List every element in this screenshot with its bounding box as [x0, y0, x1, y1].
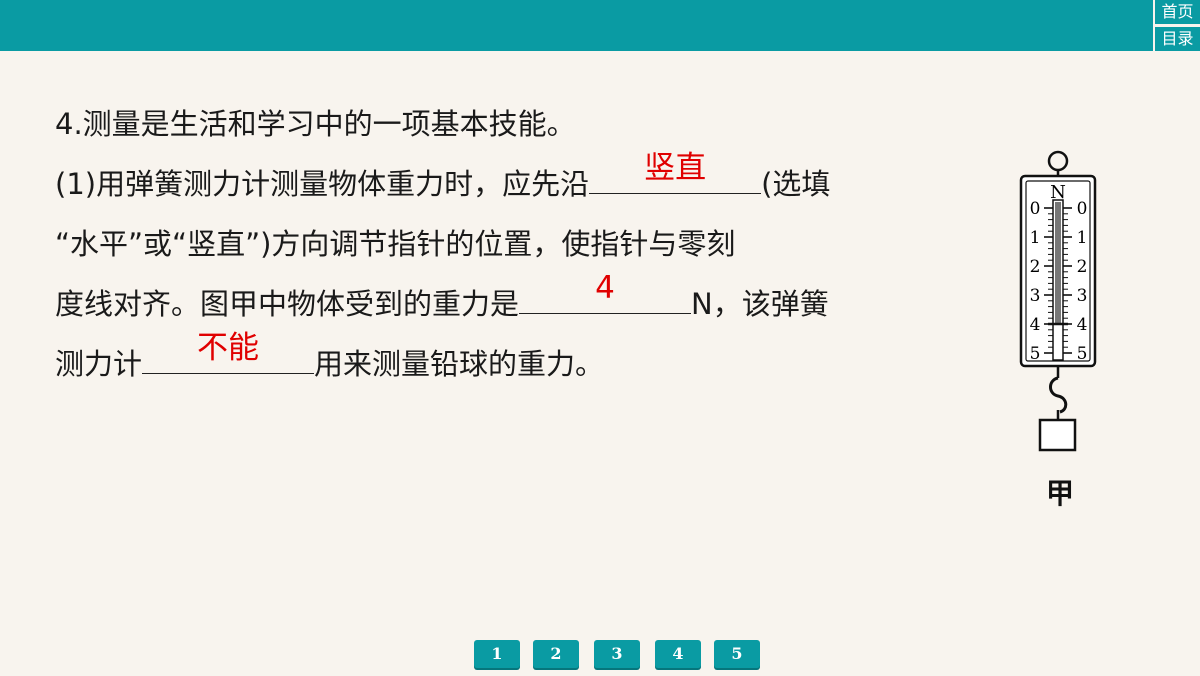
text-segment: (1)用弹簧测力计测量物体重力时，应先沿 [55, 167, 590, 201]
pagination: 1 2 3 4 5 [0, 640, 1200, 670]
right-tick-label: 4 [1077, 315, 1088, 335]
left-tick-label: 2 [1030, 257, 1041, 277]
left-tick-label: 3 [1030, 286, 1041, 306]
question-text: 4.测量是生活和学习中的一项基本技能。 (1)用弹簧测力计测量物体重力时，应先沿… [55, 94, 975, 394]
answer-text-2: 4 [595, 270, 615, 306]
spring-indicator [1055, 202, 1061, 324]
toc-nav-button[interactable]: 目录 [1155, 27, 1200, 51]
weight-block [1038, 418, 1077, 452]
answer-text-1: 竖直 [644, 150, 707, 186]
page-button-2[interactable]: 2 [533, 640, 579, 668]
spring-scale-svg: N 0 01 12 23 34 45 5 [1019, 150, 1097, 452]
page-button-3[interactable]: 3 [594, 640, 640, 668]
hook [1049, 376, 1068, 414]
answer-blank-3: 不能 [142, 331, 315, 374]
home-nav-button[interactable]: 首页 [1155, 0, 1200, 24]
right-tick-label: 1 [1077, 228, 1088, 248]
top-banner [0, 0, 1153, 51]
text-segment: 度线对齐。图甲中物体受到的重力是 [55, 287, 520, 321]
text-segment: “水平”或“竖直”)方向调节指针的位置，使指针与零刻 [55, 227, 736, 261]
question-line-1: 4.测量是生活和学习中的一项基本技能。 [55, 94, 975, 154]
left-tick-label: 4 [1030, 315, 1041, 335]
left-tick-label: 5 [1030, 344, 1041, 364]
text-segment: N，该弹簧 [691, 287, 829, 321]
right-tick-label: 5 [1077, 344, 1088, 364]
right-tick-label: 3 [1077, 286, 1088, 306]
page-button-4[interactable]: 4 [655, 640, 701, 668]
page-button-1[interactable]: 1 [474, 640, 520, 668]
figure-caption: 甲 [1045, 477, 1074, 510]
page-button-5[interactable]: 5 [714, 640, 760, 668]
right-tick-label: 2 [1077, 257, 1088, 277]
text-segment: (选填 [761, 167, 831, 201]
question-line-2: (1)用弹簧测力计测量物体重力时，应先沿 竖直 (选填 [55, 151, 975, 214]
text-segment: 用来测量铅球的重力。 [314, 347, 605, 381]
question-line-3: “水平”或“竖直”)方向调节指针的位置，使指针与零刻 [55, 214, 975, 274]
left-tick-label: 1 [1030, 228, 1041, 248]
answer-blank-2: 4 [519, 271, 692, 314]
answer-blank-1: 竖直 [589, 151, 762, 194]
question-line-5: 测力计 不能 用来测量铅球的重力。 [55, 331, 975, 394]
right-tick-label: 0 [1077, 199, 1088, 219]
spring-scale-figure: N 001122334455 [1015, 148, 1099, 518]
top-ring [1047, 150, 1069, 172]
text-segment: 测力计 [55, 347, 143, 381]
question-line-4: 度线对齐。图甲中物体受到的重力是 4 N，该弹簧 [55, 271, 975, 334]
left-tick-label: 0 [1030, 199, 1041, 219]
question-title: 4.测量是生活和学习中的一项基本技能。 [55, 107, 576, 141]
answer-text-3: 不能 [197, 330, 260, 366]
